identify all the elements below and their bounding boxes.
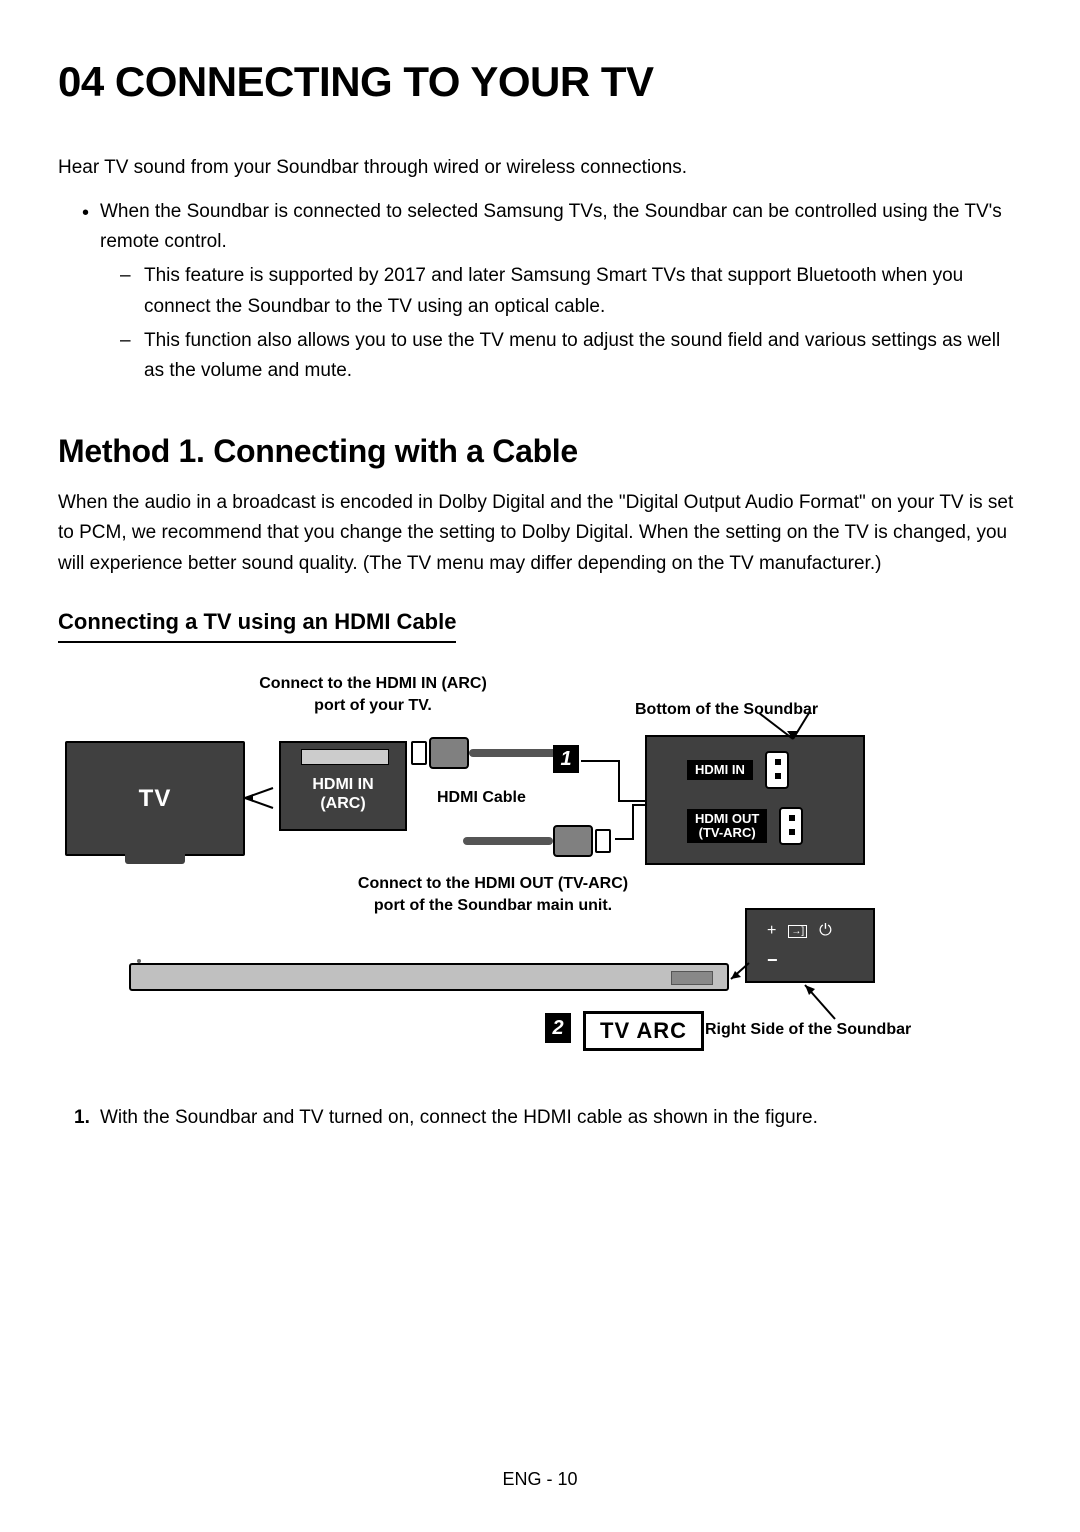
right-side-label: Right Side of the Soundbar xyxy=(705,1021,911,1039)
hdmi-in-arc-label: HDMI IN (ARC) xyxy=(281,775,405,813)
bullet-list: When the Soundbar is connected to select… xyxy=(58,197,1022,387)
minus-icon: − xyxy=(767,950,778,971)
power-icon: ⏻ xyxy=(819,922,832,940)
instruction-step-1: 1. With the Soundbar and TV turned on, c… xyxy=(74,1103,1022,1133)
soundbar-device xyxy=(129,963,729,991)
intro-paragraph: Hear TV sound from your Soundbar through… xyxy=(58,154,1022,183)
page-footer: ENG - 10 xyxy=(0,1469,1080,1490)
step-1-text: With the Soundbar and TV turned on, conn… xyxy=(100,1107,818,1128)
hdmi-slot-icon xyxy=(301,749,389,765)
hdmi-in-port-box: HDMI IN (ARC) xyxy=(279,741,407,831)
hdmi-subheading: Connecting a TV using an HDMI Cable xyxy=(58,609,456,643)
hdmi-in-port-row: HDMI IN xyxy=(687,751,789,789)
plus-icon: + xyxy=(767,922,776,940)
instruction-list: 1. With the Soundbar and TV turned on, c… xyxy=(58,1103,1022,1133)
soundbar-control-icons: + →] ⏻ xyxy=(767,922,832,940)
bullet-text-1: When the Soundbar is connected to select… xyxy=(100,201,1002,252)
tv-label: TV xyxy=(67,785,243,813)
hdmi-out-port-label: HDMI OUT (TV-ARC) xyxy=(687,809,767,844)
step-number: 1. xyxy=(74,1103,90,1133)
soundbar-control-area-icon xyxy=(671,971,713,985)
sub-list: This feature is supported by 2017 and la… xyxy=(100,261,1022,387)
source-icon: →] xyxy=(788,925,807,938)
step-2-badge: 2 xyxy=(545,1013,571,1043)
section-heading: 04 CONNECTING TO YOUR TV xyxy=(58,58,1022,106)
connection-diagram: Connect to the HDMI IN (ARC) port of you… xyxy=(65,673,1015,1073)
step-1-badge: 1 xyxy=(553,745,579,773)
hdmi-out-connect-label: Connect to the HDMI OUT (TV-ARC) port of… xyxy=(343,873,643,918)
sub-item-1: This feature is supported by 2017 and la… xyxy=(120,261,1022,322)
hdmi-connector-2 xyxy=(463,821,613,861)
hdmi-connector-1 xyxy=(411,733,561,773)
hdmi-cable-label: HDMI Cable xyxy=(437,789,526,807)
tv-device: TV xyxy=(65,741,245,856)
soundbar-right-panel: + →] ⏻ − xyxy=(745,908,875,983)
tv-connect-label: Connect to the HDMI IN (ARC) port of you… xyxy=(253,673,493,718)
method-description: When the audio in a broadcast is encoded… xyxy=(58,488,1022,579)
hdmi-in-port-label: HDMI IN xyxy=(687,760,753,780)
hdmi-port-icon xyxy=(765,751,789,789)
bottom-soundbar-label: Bottom of the Soundbar xyxy=(635,701,818,719)
hdmi-port-icon xyxy=(779,807,803,845)
tv-arc-display: TV ARC xyxy=(583,1011,704,1051)
bullet-item-1: When the Soundbar is connected to select… xyxy=(82,197,1022,387)
sub-item-2: This function also allows you to use the… xyxy=(120,326,1022,387)
method-heading: Method 1. Connecting with a Cable xyxy=(58,433,1022,470)
arrow-to-right-label xyxy=(765,981,855,1025)
soundbar-ports-panel: HDMI IN HDMI OUT (TV-ARC) xyxy=(645,735,865,865)
hdmi-out-port-row: HDMI OUT (TV-ARC) xyxy=(687,807,803,845)
